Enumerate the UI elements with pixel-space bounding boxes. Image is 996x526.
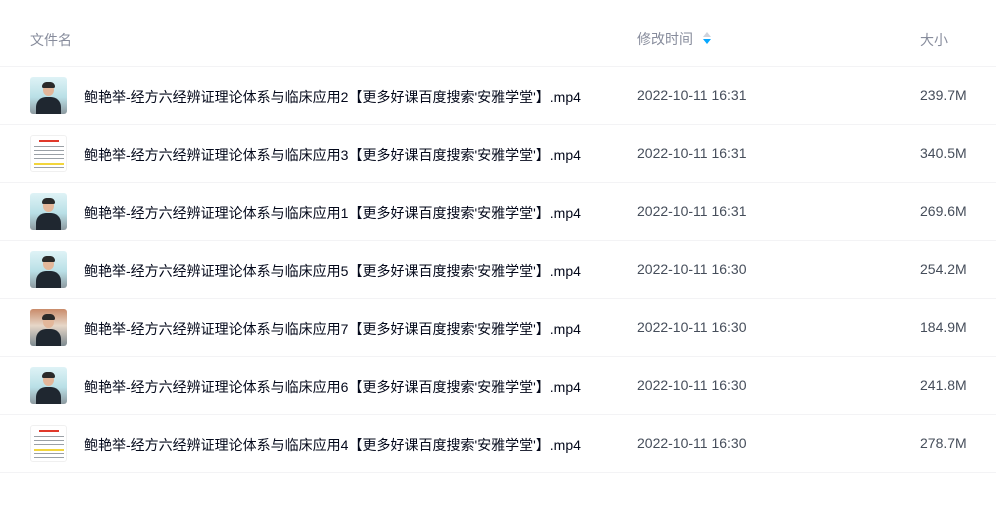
file-name[interactable]: 鲍艳举-经方六经辨证理论体系与临床应用1【更多好课百度搜索'安雅学堂'】.mp4 [84, 203, 581, 223]
file-name[interactable]: 鲍艳举-经方六经辨证理论体系与临床应用7【更多好课百度搜索'安雅学堂'】.mp4 [84, 319, 581, 339]
file-size: 278.7M [920, 435, 967, 451]
video-thumbnail-icon [30, 193, 67, 230]
column-header-size[interactable]: 大小 [920, 30, 948, 50]
document-thumbnail-icon [30, 425, 67, 462]
video-thumbnail-icon [30, 251, 67, 288]
file-modified-time: 2022-10-11 16:31 [637, 203, 747, 219]
table-row[interactable]: 鲍艳举-经方六经辨证理论体系与临床应用1【更多好课百度搜索'安雅学堂'】.mp4… [0, 183, 996, 241]
file-size: 239.7M [920, 87, 967, 103]
video-thumbnail-icon [30, 367, 67, 404]
file-size: 340.5M [920, 145, 967, 161]
video-thumbnail-icon [30, 77, 67, 114]
file-modified-time: 2022-10-11 16:30 [637, 319, 747, 335]
file-name[interactable]: 鲍艳举-经方六经辨证理论体系与临床应用2【更多好课百度搜索'安雅学堂'】.mp4 [84, 87, 581, 107]
table-header: 文件名 修改时间 大小 [0, 0, 996, 67]
file-name[interactable]: 鲍艳举-经方六经辨证理论体系与临床应用6【更多好课百度搜索'安雅学堂'】.mp4 [84, 377, 581, 397]
file-modified-time: 2022-10-11 16:31 [637, 145, 747, 161]
table-row[interactable]: 鲍艳举-经方六经辨证理论体系与临床应用4【更多好课百度搜索'安雅学堂'】.mp4… [0, 415, 996, 473]
table-row[interactable]: 鲍艳举-经方六经辨证理论体系与临床应用3【更多好课百度搜索'安雅学堂'】.mp4… [0, 125, 996, 183]
table-row[interactable]: 鲍艳举-经方六经辨证理论体系与临床应用5【更多好课百度搜索'安雅学堂'】.mp4… [0, 241, 996, 299]
column-header-modified[interactable]: 修改时间 [637, 29, 711, 49]
file-modified-time: 2022-10-11 16:30 [637, 261, 747, 277]
video-thumbnail-icon [30, 309, 67, 346]
table-row[interactable]: 鲍艳举-经方六经辨证理论体系与临床应用2【更多好课百度搜索'安雅学堂'】.mp4… [0, 67, 996, 125]
table-row[interactable]: 鲍艳举-经方六经辨证理论体系与临床应用6【更多好课百度搜索'安雅学堂'】.mp4… [0, 357, 996, 415]
file-size: 269.6M [920, 203, 967, 219]
file-name[interactable]: 鲍艳举-经方六经辨证理论体系与临床应用5【更多好课百度搜索'安雅学堂'】.mp4 [84, 261, 581, 281]
column-header-name[interactable]: 文件名 [30, 30, 72, 50]
file-name[interactable]: 鲍艳举-经方六经辨证理论体系与临床应用3【更多好课百度搜索'安雅学堂'】.mp4 [84, 145, 581, 165]
column-header-modified-label: 修改时间 [637, 31, 693, 47]
file-size: 254.2M [920, 261, 967, 277]
file-modified-time: 2022-10-11 16:30 [637, 435, 747, 451]
sort-descending-icon [703, 39, 711, 44]
sort-caret-icon[interactable] [703, 32, 711, 46]
table-row[interactable]: 鲍艳举-经方六经辨证理论体系与临床应用7【更多好课百度搜索'安雅学堂'】.mp4… [0, 299, 996, 357]
file-modified-time: 2022-10-11 16:30 [637, 377, 747, 393]
file-size: 241.8M [920, 377, 967, 393]
sort-ascending-icon [703, 32, 711, 37]
file-size: 184.9M [920, 319, 967, 335]
file-name[interactable]: 鲍艳举-经方六经辨证理论体系与临床应用4【更多好课百度搜索'安雅学堂'】.mp4 [84, 435, 581, 455]
file-list-table: 文件名 修改时间 大小 鲍艳举-经方六经辨证理论体系与临床应用2【更多好课百度搜… [0, 0, 996, 473]
file-modified-time: 2022-10-11 16:31 [637, 87, 747, 103]
document-thumbnail-icon [30, 135, 67, 172]
